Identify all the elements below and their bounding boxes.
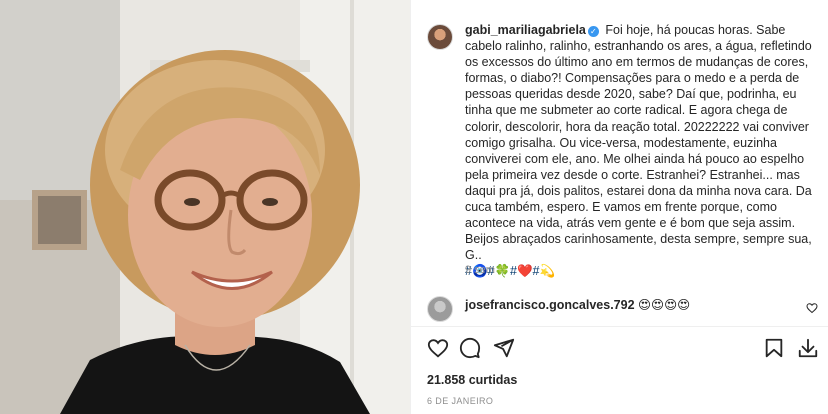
post-panel: gabi_mariliagabriela ✓ Foi hoje, há pouca… [411, 0, 828, 414]
heart-icon [427, 339, 449, 358]
comment-row: josefrancisco.goncalves.792 😍😍😍😍 [411, 290, 828, 326]
like-button[interactable] [425, 335, 451, 361]
post-date: 6 DE JANEIRO [427, 396, 494, 406]
post-caption: gabi_mariliagabriela ✓ Foi hoje, há pouca… [465, 22, 815, 280]
comment-text: 😍😍😍😍 [638, 298, 691, 312]
action-bar [411, 335, 828, 365]
comment-body: josefrancisco.goncalves.792 😍😍😍😍 [465, 297, 690, 312]
commenter-username[interactable]: josefrancisco.goncalves.792 [465, 298, 635, 312]
post-photo[interactable] [0, 0, 410, 414]
download-icon [798, 338, 818, 358]
author-avatar[interactable] [427, 24, 453, 50]
share-icon [493, 338, 515, 358]
comment-icon [459, 337, 481, 359]
portrait-illustration [0, 0, 410, 414]
like-count[interactable]: 21.858 curtidas [427, 373, 517, 387]
author-username[interactable]: gabi_mariliagabriela [465, 23, 586, 37]
commenter-avatar[interactable] [427, 296, 453, 322]
instagram-post-view: gabi_mariliagabriela ✓ Foi hoje, há pouca… [0, 0, 828, 414]
verified-badge-icon: ✓ [587, 26, 599, 37]
share-button[interactable] [491, 335, 517, 361]
small-heart-icon[interactable] [806, 302, 818, 314]
caption-text: Foi hoje, há poucas horas. Sabe cabelo r… [465, 23, 812, 263]
bookmark-icon [765, 338, 783, 358]
actions-divider [411, 326, 828, 327]
comment-button[interactable] [457, 335, 483, 361]
download-button[interactable] [795, 335, 821, 361]
post-time-ago: 9 sem [465, 264, 495, 276]
save-button[interactable] [761, 335, 787, 361]
caption-area: gabi_mariliagabriela ✓ Foi hoje, há pouca… [411, 0, 828, 282]
